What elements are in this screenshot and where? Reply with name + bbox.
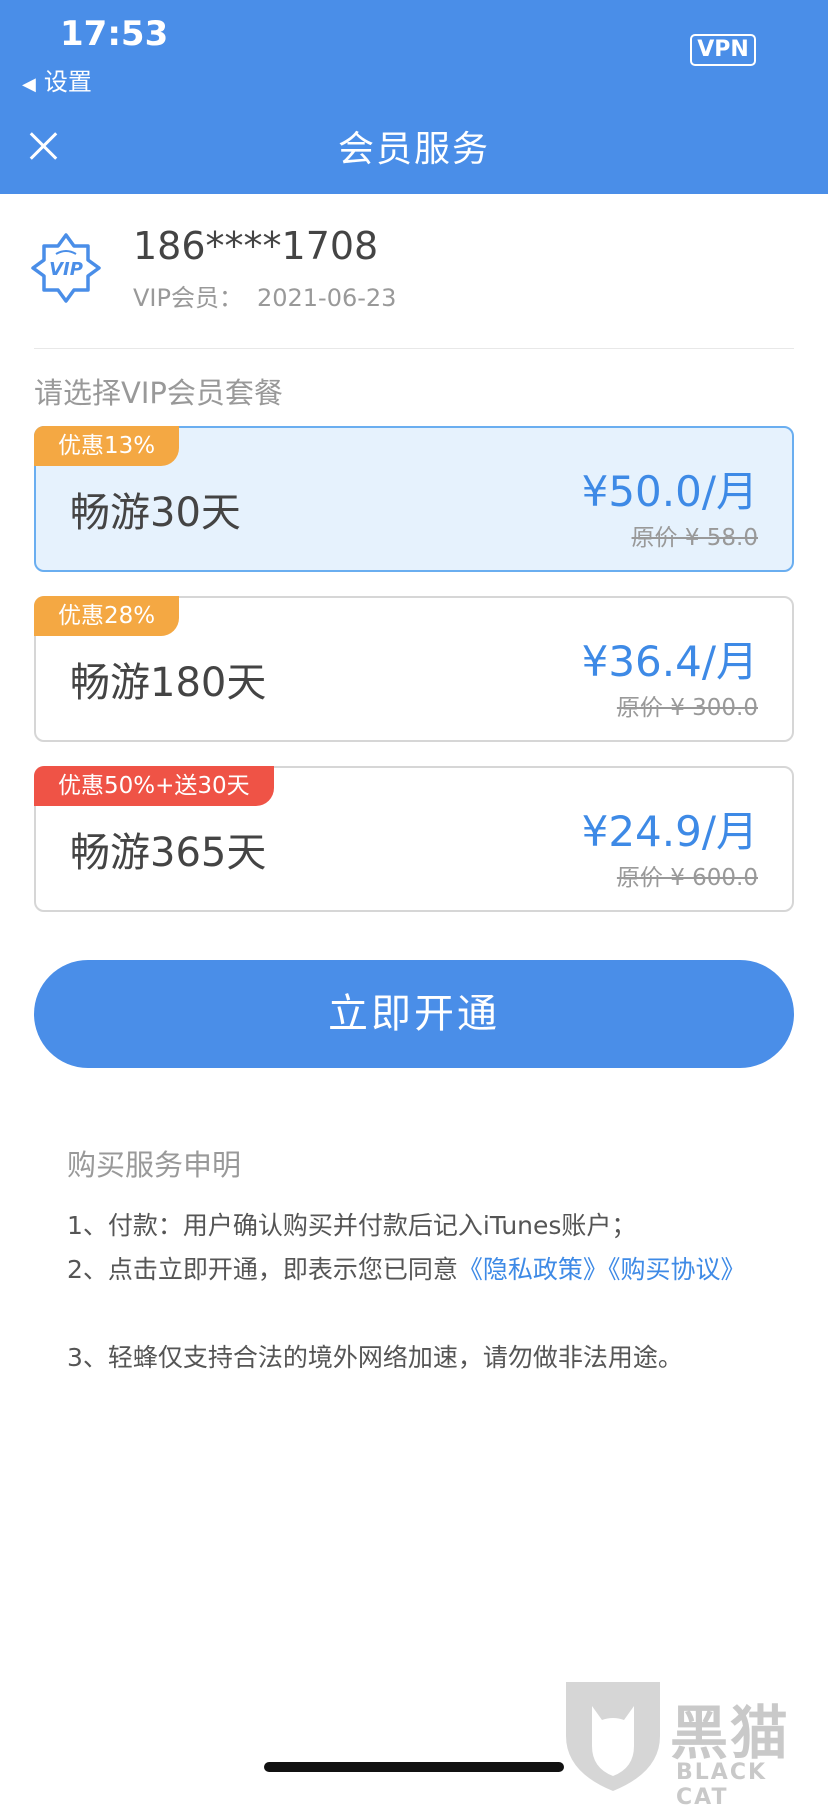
app-header: 17:53 ◀ 设置 VPN 会员服务 bbox=[0, 0, 828, 194]
plan-name: 畅游30天 bbox=[70, 490, 241, 536]
statement-item-2: 2、点击立即开通，即表示您已同意《隐私政策》《购买协议》 bbox=[67, 1248, 767, 1292]
vpn-badge: VPN bbox=[690, 34, 756, 66]
plan-name: 畅游365天 bbox=[70, 830, 267, 876]
discount-tag: 优惠50%+送30天 bbox=[34, 766, 274, 806]
page-title: 会员服务 bbox=[337, 129, 490, 170]
section-title: 请选择VIP会员套餐 bbox=[34, 376, 283, 410]
discount-tag: 优惠28% bbox=[34, 596, 180, 636]
back-to-settings-link[interactable]: ◀ 设置 bbox=[22, 62, 92, 97]
plan-original-price: 原价 ¥ 600.0 bbox=[616, 865, 758, 891]
vip-label: VIP会员： bbox=[133, 284, 243, 312]
subscribe-button[interactable]: 立即开通 bbox=[34, 960, 794, 1068]
plan-price: ¥36.4/月 bbox=[581, 637, 758, 686]
discount-tag: 优惠13% bbox=[34, 426, 180, 466]
back-triangle-icon: ◀ bbox=[22, 74, 36, 95]
plan-original-price: 原价 ¥ 300.0 bbox=[616, 695, 758, 721]
vip-date: 2021-06-23 bbox=[256, 284, 397, 312]
plan-original-price: 原价 ¥ 58.0 bbox=[631, 525, 758, 551]
status-time: 17:53 bbox=[60, 14, 169, 54]
svg-text:VIP: VIP bbox=[49, 259, 83, 280]
plan-name: 畅游180天 bbox=[70, 660, 267, 706]
plan-card-30[interactable]: 优惠13% 畅游30天 ¥50.0/月 原价 ¥ 58.0 bbox=[34, 426, 794, 572]
divider bbox=[34, 348, 794, 349]
back-app-label: 设置 bbox=[43, 68, 92, 96]
privacy-policy-link[interactable]: 《隐私政策》 bbox=[458, 1255, 608, 1284]
plan-card-365[interactable]: 优惠50%+送30天 畅游365天 ¥24.9/月 原价 ¥ 600.0 bbox=[34, 766, 794, 912]
watermark-subtext: BLACK CAT bbox=[676, 1760, 768, 1810]
plan-card-180[interactable]: 优惠28% 畅游180天 ¥36.4/月 原价 ¥ 300.0 bbox=[34, 596, 794, 742]
vip-expiry: VIP会员： 2021-06-23 bbox=[133, 278, 396, 313]
statement-title: 购买服务申明 bbox=[67, 1148, 242, 1182]
black-cat-watermark: 黑猫 BLACK CAT bbox=[558, 1676, 828, 1810]
statement-item-2-text: 2、点击立即开通，即表示您已同意 bbox=[67, 1255, 458, 1284]
watermark-text: 黑猫 bbox=[670, 1699, 791, 1767]
plan-price: ¥50.0/月 bbox=[581, 467, 758, 516]
statement-item-3: 3、轻蜂仅支持合法的境外网络加速，请勿做非法用途。 bbox=[67, 1343, 683, 1372]
user-phone: 186****1708 bbox=[133, 224, 379, 268]
statement-item-1: 1、付款：用户确认购买并付款后记入iTunes账户； bbox=[67, 1211, 637, 1240]
home-indicator[interactable] bbox=[264, 1762, 564, 1772]
plan-price: ¥24.9/月 bbox=[581, 807, 758, 856]
purchase-agreement-link[interactable]: 《购买协议》 bbox=[608, 1255, 746, 1284]
vip-badge-icon: VIP bbox=[31, 233, 101, 303]
cat-shield-icon bbox=[566, 1682, 660, 1791]
